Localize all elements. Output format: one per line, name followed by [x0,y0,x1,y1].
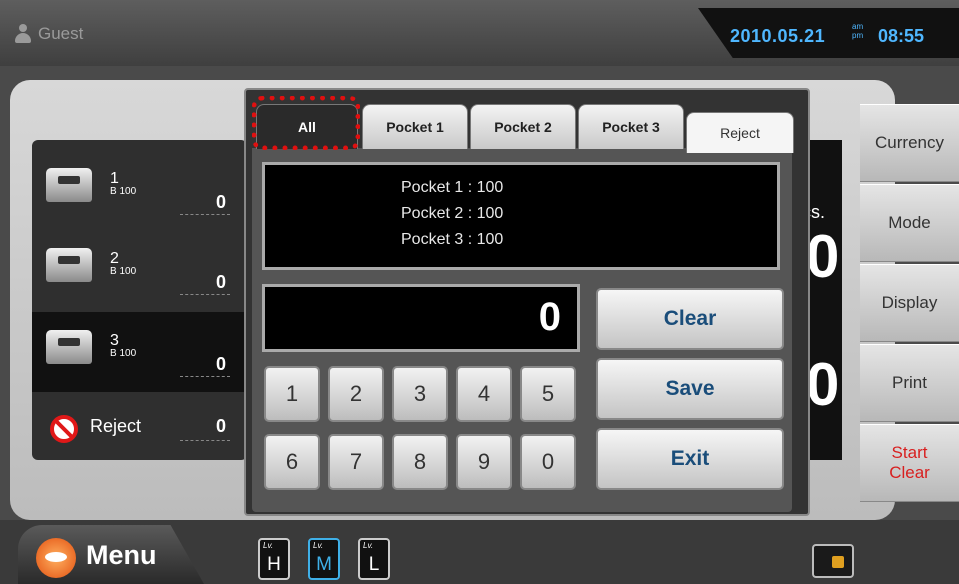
level-h-button[interactable]: Lv. H [258,538,290,580]
key-9[interactable]: 9 [456,434,512,490]
level-m-button[interactable]: Lv. M [308,538,340,580]
level-tag: Lv. [313,541,324,550]
pocket-count: 0 [216,272,227,292]
date-display: 2010.05.21 [730,26,826,46]
pm-label: pm [852,31,864,40]
pocket-denomination: B 100 [110,266,137,277]
clear-button[interactable]: Clear [596,288,784,350]
display-button[interactable]: Display [860,264,959,342]
ampm-indicator: am pm [852,22,863,40]
pocket-row-2: 2 B 100 0 [32,230,247,310]
level-value: H [267,554,281,575]
level-value: M [316,554,332,575]
reject-count: 0 [216,416,227,436]
level-value: L [368,554,380,575]
tab-reject[interactable]: Reject [686,112,794,153]
eye-shield-icon [36,538,76,578]
user-indicator: Guest [14,24,83,44]
user-name: Guest [38,24,84,43]
start-clear-button[interactable]: Start Clear [860,424,959,502]
pocket-denomination: B 100 [110,348,137,359]
key-0[interactable]: 0 [520,434,576,490]
machine-icon [46,168,92,202]
menu-label: Menu [86,540,157,570]
info-line: Pocket 3 : 100 [401,231,504,248]
divider [180,214,230,215]
prohibited-icon [50,415,78,443]
key-7[interactable]: 7 [328,434,384,490]
currency-button[interactable]: Currency [860,104,959,182]
tab-all[interactable]: All [256,104,358,149]
reject-label: Reject [90,416,142,436]
pocket-row-3: 3 B 100 0 [32,312,247,392]
pocket-count: 0 [216,192,227,212]
divider [180,440,230,441]
time-display: 08:55 [878,26,925,46]
user-icon [14,24,32,44]
info-line: Pocket 2 : 100 [401,205,504,222]
count-digit: 0 [806,223,840,290]
key-8[interactable]: 8 [392,434,448,490]
divider [180,376,230,377]
count-digit: 0 [806,351,840,418]
tab-pocket-1[interactable]: Pocket 1 [362,104,468,149]
tab-pocket-3[interactable]: Pocket 3 [578,104,684,149]
machine-icon [46,248,92,282]
divider [180,294,230,295]
tab-pocket-2[interactable]: Pocket 2 [470,104,576,149]
machine-icon [46,330,92,364]
key-1[interactable]: 1 [264,366,320,422]
clear-label: Clear [889,463,930,482]
pocket-info-box: Pocket 1 : 100 Pocket 2 : 100 Pocket 3 :… [262,162,780,270]
pocket-denomination: B 100 [110,186,137,197]
key-3[interactable]: 3 [392,366,448,422]
exit-button[interactable]: Exit [596,428,784,490]
level-tag: Lv. [363,541,374,550]
key-6[interactable]: 6 [264,434,320,490]
pocket-row-1: 1 B 100 0 [32,150,247,230]
print-button[interactable]: Print [860,344,959,422]
info-line: Pocket 1 : 100 [401,179,504,196]
save-button[interactable]: Save [596,358,784,420]
mode-button[interactable]: Mode [860,184,959,262]
value-display: 0 [262,284,580,352]
lock-icon[interactable] [812,544,854,578]
level-l-button[interactable]: Lv. L [358,538,390,580]
key-2[interactable]: 2 [328,366,384,422]
display-value: 0 [538,295,561,339]
level-tag: Lv. [263,541,274,550]
reject-row: Reject 0 [32,410,247,450]
key-5[interactable]: 5 [520,366,576,422]
pocket-count: 0 [216,354,227,374]
am-label: am [852,22,864,31]
key-4[interactable]: 4 [456,366,512,422]
start-label: Start [891,443,928,462]
